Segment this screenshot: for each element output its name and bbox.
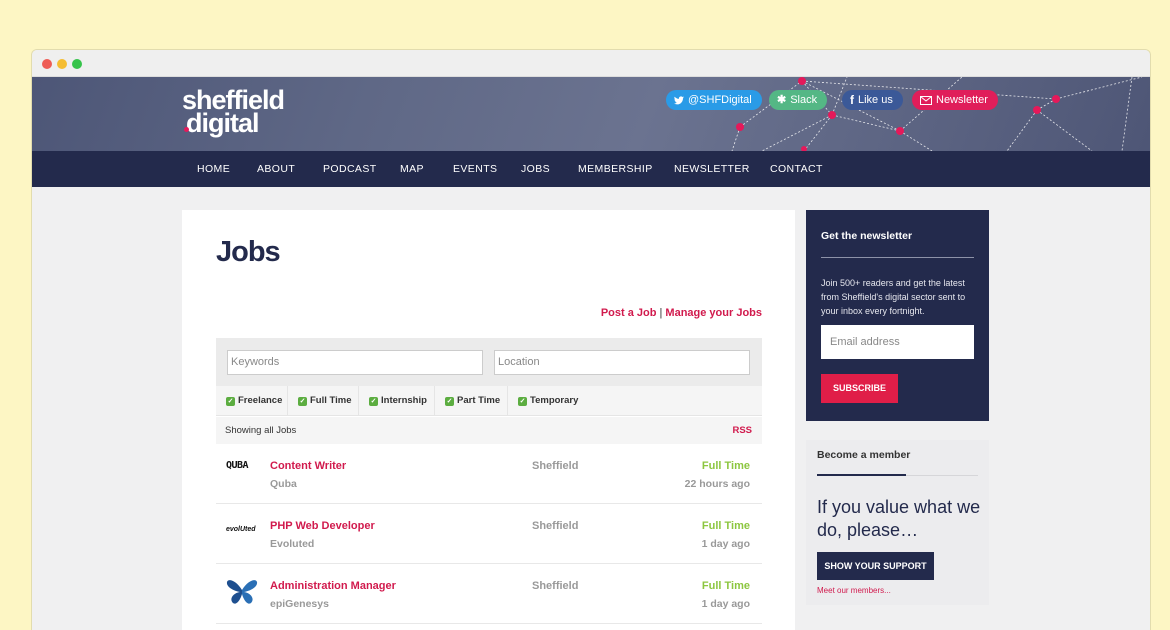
job-location: Sheffield [532,460,579,472]
job-title[interactable]: PHP Web Developer [270,520,375,532]
filter-label: Temporary [530,395,579,406]
job-posted-time: 1 day ago [701,598,750,610]
membership-title: Become a member [817,449,911,461]
maximize-window-button[interactable] [72,59,82,69]
link-separator: | [659,307,663,319]
company-logo: evolUted [226,518,256,536]
nav-about[interactable]: ABOUT [257,151,295,187]
job-posted-time: 1 day ago [701,538,750,550]
company-logo: QUBA [226,455,249,473]
filter-label: Full Time [310,395,352,406]
job-type: Full Time [701,460,750,472]
main-navigation: HOME ABOUT PODCAST MAP EVENTS JOBS MEMBE… [32,151,1150,187]
job-type-filters: ✓ Freelance ✓ Full Time ✓ Internship ✓ Part … [216,386,762,416]
quba-logo-text: QUBA [226,460,249,471]
job-location: Sheffield [532,580,579,592]
manage-jobs-link[interactable]: Manage your Jobs [665,307,762,319]
job-search-form: Keywords Location [216,338,762,386]
nav-contact[interactable]: CONTACT [770,151,823,187]
divider [906,475,978,476]
rss-link[interactable]: RSS [732,417,752,444]
filter-full-time[interactable]: ✓ Full Time [288,386,359,416]
newsletter-button[interactable]: Newsletter [912,90,998,110]
minimize-window-button[interactable] [57,59,67,69]
divider [817,474,906,476]
newsletter-email-input[interactable]: Email address [821,325,974,359]
checkbox-checked-icon: ✓ [226,396,235,406]
slack-icon: ✱ [777,94,787,106]
job-listing[interactable]: evolUted PHP Web Developer Evoluted Shef… [216,504,762,564]
browser-window: sheffield digital @SHFDigital ✱ Slack f … [32,50,1150,630]
jobs-content: Jobs Post a Job | Manage your Jobs Keywo… [182,210,795,630]
nav-map[interactable]: MAP [400,151,424,187]
evoluted-logo-text: evolUted [226,526,256,533]
page-title: Jobs [216,236,281,268]
filter-label: Internship [381,395,427,406]
job-title[interactable]: Administration Manager [270,580,396,592]
showing-text: Showing all Jobs [225,425,297,436]
newsletter-description: Join 500+ readers and get the latest fro… [821,278,966,316]
job-company: Evoluted [270,538,315,550]
site-header: sheffield digital @SHFDigital ✱ Slack f … [32,77,1150,151]
twitter-icon [674,95,684,104]
facebook-label: Like us [858,94,893,106]
membership-widget: Become a member If you value what we do,… [806,440,989,605]
job-actions: Post a Job | Manage your Jobs [601,307,762,319]
results-summary: Showing all Jobs RSS [216,417,762,444]
butterfly-icon [226,580,258,604]
nav-events[interactable]: EVENTS [453,151,497,187]
job-type: Full Time [701,520,750,532]
checkbox-checked-icon: ✓ [369,396,378,406]
close-window-button[interactable] [42,59,52,69]
newsletter-widget: Get the newsletter Join 500+ readers and… [806,210,989,421]
checkbox-checked-icon: ✓ [518,396,527,406]
membership-tagline: If you value what we do, please… [817,497,981,540]
nav-home[interactable]: HOME [197,151,230,187]
facebook-button[interactable]: f Like us [842,90,903,110]
nav-jobs[interactable]: JOBS [521,151,550,187]
twitter-button[interactable]: @SHFDigital [666,90,762,110]
site-logo[interactable]: sheffield digital [182,87,285,138]
filter-label: Part Time [457,395,501,406]
logo-dot [184,127,189,132]
slack-label: Slack [790,94,818,106]
show-support-button[interactable]: SHOW YOUR SUPPORT [817,552,934,580]
meet-members-link[interactable]: Meet our members... [817,586,891,595]
filter-part-time[interactable]: ✓ Part Time [435,386,508,416]
filter-temporary[interactable]: ✓ Temporary [508,386,592,416]
job-title[interactable]: Content Writer [270,460,346,472]
window-titlebar [32,50,1150,77]
filter-label: Freelance [238,395,283,406]
subscribe-button[interactable]: SUBSCRIBE [821,374,898,403]
nav-newsletter[interactable]: NEWSLETTER [674,151,750,187]
job-posted-time: 22 hours ago [684,478,750,490]
job-listing[interactable]: Administration Manager epiGenesys Sheffi… [216,564,762,624]
nav-podcast[interactable]: PODCAST [323,151,377,187]
job-company: epiGenesys [270,598,329,610]
company-logo [226,578,258,611]
checkbox-checked-icon: ✓ [298,396,307,406]
logo-line-2: digital [186,108,259,138]
checkbox-checked-icon: ✓ [445,396,454,406]
twitter-label: @SHFDigital [688,94,752,106]
filter-internship[interactable]: ✓ Internship [359,386,435,416]
keywords-input[interactable]: Keywords [227,350,483,375]
filter-freelance[interactable]: ✓ Freelance [216,386,288,416]
nav-membership[interactable]: MEMBERSHIP [578,151,653,187]
job-company: Quba [270,478,297,490]
job-listing[interactable]: QUBA Content Writer Quba Sheffield Full … [216,444,762,504]
slack-button[interactable]: ✱ Slack [769,90,828,110]
newsletter-label: Newsletter [936,94,988,106]
location-input[interactable]: Location [494,350,750,375]
divider [821,257,974,258]
job-location: Sheffield [532,520,579,532]
job-type: Full Time [701,580,750,592]
envelope-icon [920,95,932,105]
newsletter-title: Get the newsletter [821,230,913,242]
facebook-icon: f [850,93,854,107]
post-job-link[interactable]: Post a Job [601,307,657,319]
